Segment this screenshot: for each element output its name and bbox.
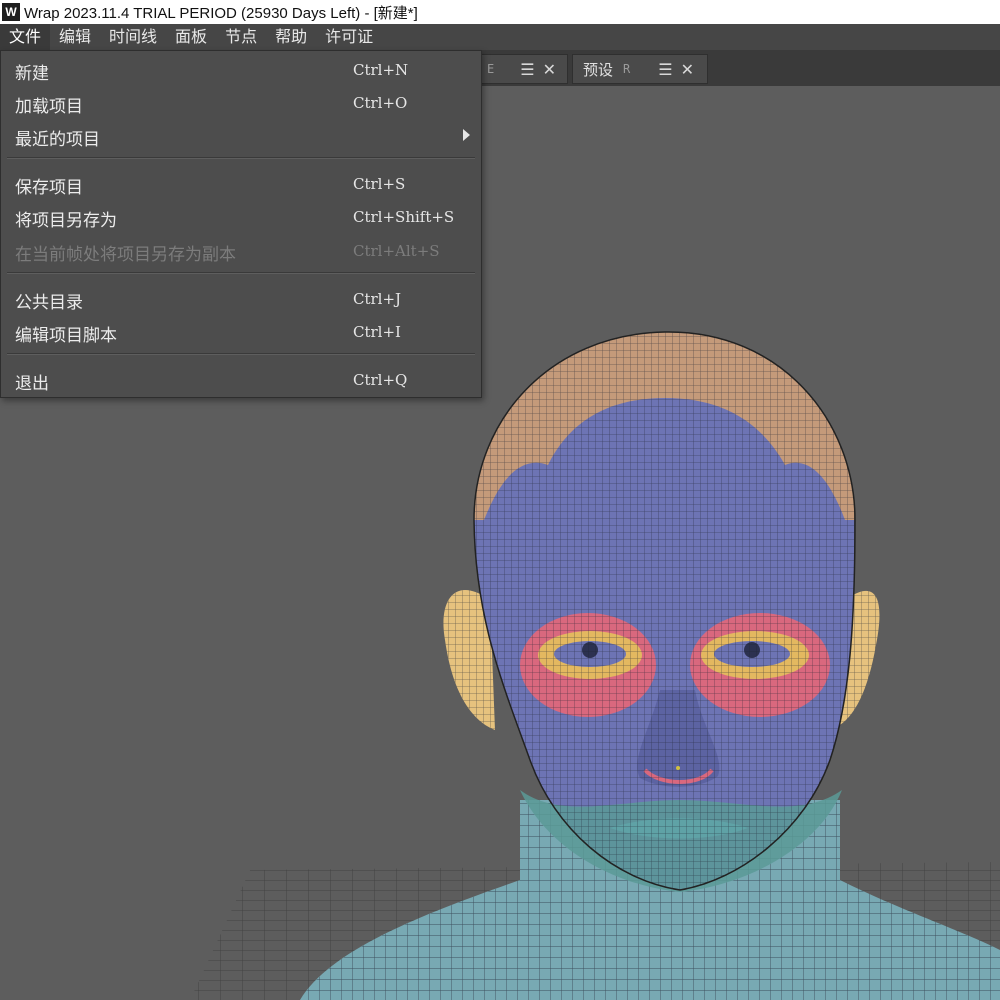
shortcut-label: Ctrl+I xyxy=(353,323,401,341)
tab-presets[interactable]: 预设 R ☰ ✕ xyxy=(572,54,708,84)
menu-item-label: 将项目另存为 xyxy=(15,211,117,231)
menu-item-label: 公共目录 xyxy=(15,293,83,313)
menu-item-label: 退出 xyxy=(15,374,49,394)
file-menu-dropdown: 新建 Ctrl+N 加载项目 Ctrl+O 最近的项目 保存项目 Ctrl+S … xyxy=(0,50,482,398)
hamburger-icon[interactable]: ☰ xyxy=(658,60,672,79)
menu-panels[interactable]: 面板 xyxy=(166,24,216,50)
menu-item-new[interactable]: 新建 Ctrl+N xyxy=(1,54,481,86)
menu-item-edit-project-script[interactable]: 编辑项目脚本 Ctrl+I xyxy=(1,316,481,348)
menu-item-save-copy-at-frame: 在当前帧处将项目另存为副本 Ctrl+Alt+S xyxy=(1,235,481,267)
menu-file[interactable]: 文件 xyxy=(0,24,51,50)
close-icon[interactable]: ✕ xyxy=(681,60,694,79)
menu-separator xyxy=(7,157,475,159)
menu-item-label: 加载项目 xyxy=(15,97,83,117)
close-icon[interactable]: ✕ xyxy=(543,60,556,79)
shortcut-label: Ctrl+S xyxy=(353,175,406,193)
menu-help[interactable]: 帮助 xyxy=(266,24,316,50)
window-title: Wrap 2023.11.4 TRIAL PERIOD (25930 Days … xyxy=(24,4,418,22)
menu-timeline[interactable]: 时间线 xyxy=(100,24,166,50)
menu-separator xyxy=(7,272,475,274)
menu-item-load-project[interactable]: 加载项目 Ctrl+O xyxy=(1,87,481,119)
menu-item-label: 新建 xyxy=(15,64,49,84)
menu-separator xyxy=(7,353,475,355)
menu-license[interactable]: 许可证 xyxy=(316,24,382,50)
menu-item-exit[interactable]: 退出 Ctrl+Q xyxy=(1,364,481,396)
title-bar: W Wrap 2023.11.4 TRIAL PERIOD (25930 Day… xyxy=(0,0,1000,24)
menu-item-label: 保存项目 xyxy=(15,178,83,198)
menu-item-label: 最近的项目 xyxy=(15,130,100,150)
tab-presets-hotkey: R xyxy=(623,62,631,76)
menu-item-label: 编辑项目脚本 xyxy=(15,326,117,346)
menu-item-save-project-as[interactable]: 将项目另存为 Ctrl+Shift+S xyxy=(1,201,481,233)
menu-item-gallery[interactable]: 公共目录 Ctrl+J xyxy=(1,283,481,315)
menu-item-recent-projects[interactable]: 最近的项目 xyxy=(1,120,481,152)
menu-bar: 文件 编辑 时间线 面板 节点 帮助 许可证 xyxy=(0,24,1000,50)
hamburger-icon[interactable]: ☰ xyxy=(520,60,534,79)
shortcut-label: Ctrl+Shift+S xyxy=(353,208,455,226)
menu-item-label: 在当前帧处将项目另存为副本 xyxy=(15,245,236,265)
menu-nodes[interactable]: 节点 xyxy=(216,24,266,50)
shortcut-label: Ctrl+O xyxy=(353,94,408,112)
menu-edit[interactable]: 编辑 xyxy=(50,24,100,50)
menu-item-save-project[interactable]: 保存项目 Ctrl+S xyxy=(1,168,481,200)
shortcut-label: Ctrl+Q xyxy=(353,371,408,389)
tab-partial-hotkey: E xyxy=(487,62,495,76)
tab-presets-label: 预设 xyxy=(583,60,614,79)
app-logo-icon: W xyxy=(2,3,20,21)
shortcut-label: Ctrl+J xyxy=(353,290,402,308)
shortcut-label: Ctrl+Alt+S xyxy=(353,242,440,260)
submenu-arrow-icon xyxy=(463,129,470,141)
shortcut-label: Ctrl+N xyxy=(353,61,409,79)
